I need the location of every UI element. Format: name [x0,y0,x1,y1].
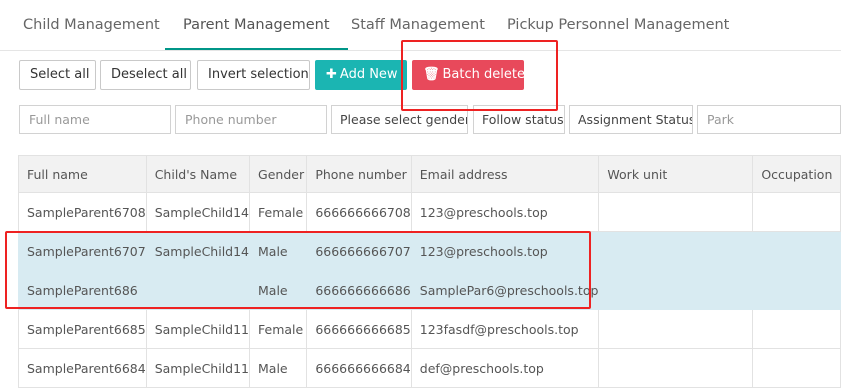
add-new-label: Add New [339,67,398,82]
cell-phone: 666666666707 [306,231,412,271]
cell-email: 123@preschools.top [410,192,600,232]
cell-occupation [752,309,841,349]
cell-child-name: SampleChild11 [145,348,251,388]
cell-full-name: SampleParent686 [18,270,147,310]
table-row-selected[interactable]: SampleParent6707 SampleChild14 Male 6666… [18,231,841,271]
batch-delete-label: Batch delete [442,67,525,82]
cell-phone: 666666666686 [306,270,412,310]
col-full-name[interactable]: Full name [18,155,147,193]
table-header-row: Full name Child's Name Gender Phone numb… [18,155,841,193]
cell-child-name: SampleChild14 [145,231,251,271]
col-email-address[interactable]: Email address [410,155,600,193]
cell-full-name: SampleParent6708 [18,192,147,232]
deselect-all-button[interactable]: Deselect all [100,60,191,90]
full-name-input[interactable] [19,105,171,134]
parent-table: Full name Child's Name Gender Phone numb… [18,155,841,388]
cell-email: 123@preschools.top [410,231,600,271]
park-input[interactable] [697,105,841,134]
plus-icon: ✚ [326,67,337,82]
cell-child-name: SampleChild11 [145,309,251,349]
cell-occupation [752,231,841,271]
table-row[interactable]: SampleParent6685 SampleChild11 Female 66… [18,309,841,349]
batch-delete-button[interactable]: 🗑 Batch delete [412,60,525,90]
cell-occupation [752,348,841,388]
cell-work-unit [598,231,754,271]
cell-email: SamplePar6@preschools.top [410,270,600,310]
col-gender[interactable]: Gender [249,155,308,193]
cell-child-name [145,270,251,310]
tab-child-management[interactable]: Child Management [5,0,178,50]
assignment-status-select[interactable]: Assignment Status [569,105,693,134]
col-child-name[interactable]: Child's Name [145,155,251,193]
cell-gender: Male [249,270,308,310]
cell-phone: 666666666684 [306,348,412,388]
cell-work-unit [598,309,754,349]
cell-child-name: SampleChild14 [145,192,251,232]
cell-full-name: SampleParent6685 [18,309,147,349]
cell-phone: 666666666708 [306,192,412,232]
cell-gender: Male [249,231,308,271]
trash-icon: 🗑 [423,67,440,82]
cell-phone: 666666666685 [306,309,412,349]
follow-status-select[interactable]: Follow status [473,105,565,134]
cell-email: 123fasdf@preschools.top [410,309,600,349]
cell-occupation [752,192,841,232]
cell-email: def@preschools.top [410,348,600,388]
cell-gender: Female [249,192,308,232]
col-work-unit[interactable]: Work unit [598,155,754,193]
phone-number-input[interactable] [175,105,327,134]
table-row-selected[interactable]: SampleParent686 Male 666666666686 Sample… [18,270,841,310]
tab-parent-management[interactable]: Parent Management [165,0,348,50]
cell-gender: Female [249,309,308,349]
invert-selection-button[interactable]: Invert selection [197,60,310,90]
col-phone-number[interactable]: Phone number [306,155,412,193]
select-all-button[interactable]: Select all [19,60,96,90]
cell-work-unit [598,348,754,388]
cell-full-name: SampleParent6707 [18,231,147,271]
cell-gender: Male [249,348,308,388]
cell-work-unit [598,270,754,310]
tab-staff-management[interactable]: Staff Management [333,0,503,50]
gender-select[interactable]: Please select gender [331,105,468,134]
table-row[interactable]: SampleParent6684 SampleChild11 Male 6666… [18,348,841,388]
cell-full-name: SampleParent6684 [18,348,147,388]
tab-bar: Child Management Parent Management Staff… [0,0,841,51]
col-occupation[interactable]: Occupation [752,155,841,193]
add-new-button[interactable]: ✚ Add New [315,60,407,90]
table-row[interactable]: SampleParent6708 SampleChild14 Female 66… [18,192,841,232]
cell-occupation [752,270,841,310]
cell-work-unit [598,192,754,232]
tab-pickup-personnel-management[interactable]: Pickup Personnel Management [489,0,747,50]
